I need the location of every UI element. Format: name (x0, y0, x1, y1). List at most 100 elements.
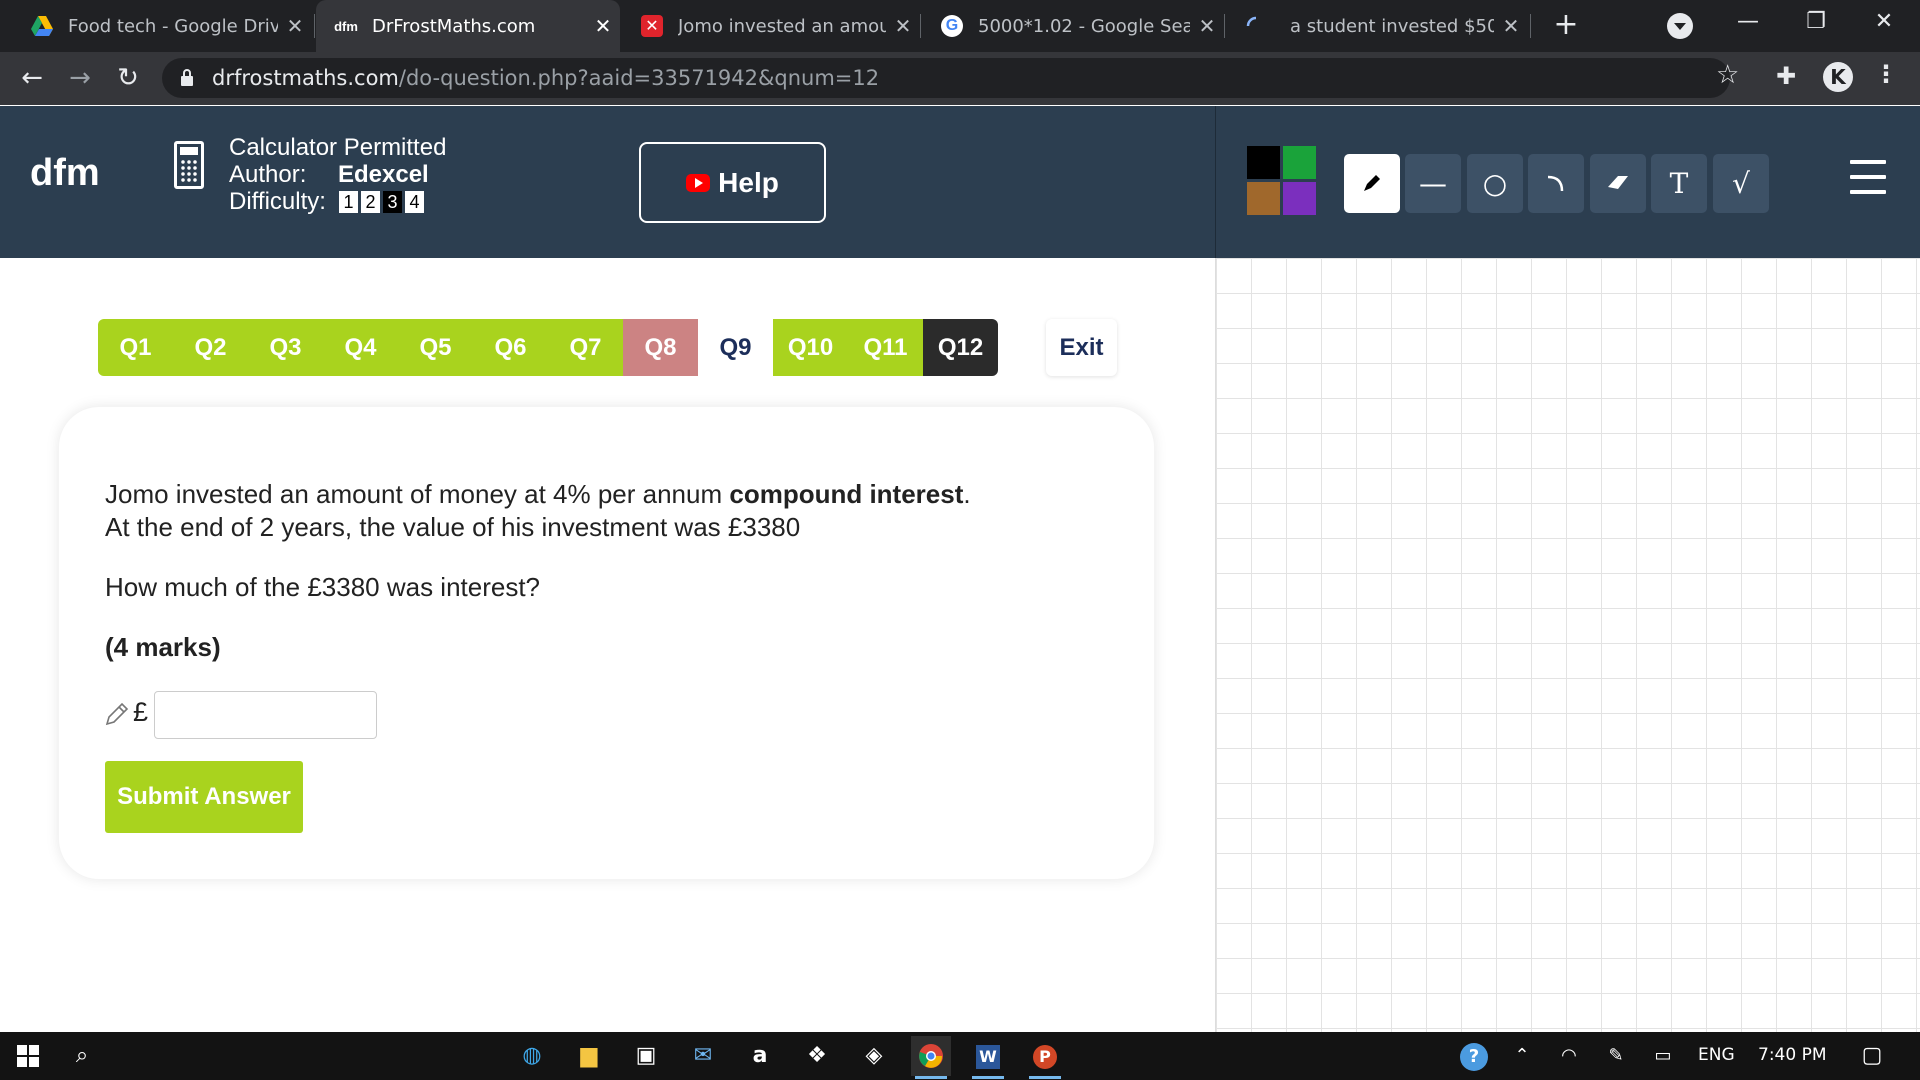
chrome-icon[interactable] (911, 1036, 951, 1079)
dropbox-icon[interactable]: ❖ (797, 1036, 837, 1076)
color-swatch-black[interactable] (1247, 146, 1280, 179)
question-text: . (963, 479, 971, 509)
url-text[interactable]: drfrostmaths.com/do-question.php?aaid=33… (212, 66, 879, 90)
youtube-icon (686, 173, 711, 192)
submit-answer-button[interactable]: Submit Answer (105, 761, 303, 833)
help-button[interactable]: Help (639, 142, 826, 223)
question-key-term: compound interest (729, 479, 964, 509)
tab-google-drive[interactable]: Food tech - Google Drive ✕ (0, 0, 312, 52)
url-host: drfrostmaths.com (212, 66, 399, 90)
restore-icon[interactable]: ❐ (1786, 0, 1846, 44)
question-tab-q9[interactable]: Q9 (698, 319, 773, 376)
tab-title: Food tech - Google Drive (68, 15, 278, 37)
clock[interactable]: 7:40 PM (1758, 1045, 1827, 1065)
store-icon[interactable]: ▣ (626, 1036, 666, 1076)
wifi-icon[interactable]: ◠ (1549, 1036, 1589, 1076)
tab-separator (920, 14, 921, 38)
tab-separator (1530, 14, 1531, 38)
question-tab-q1[interactable]: Q1 (98, 319, 173, 376)
hamburger-menu-icon[interactable] (1850, 160, 1886, 194)
forward-icon[interactable]: → (62, 60, 98, 96)
answer-input[interactable] (154, 691, 377, 739)
reload-icon[interactable]: ↻ (110, 60, 146, 96)
powerpoint-icon[interactable]: P (1025, 1036, 1065, 1079)
search-icon[interactable]: ⌕ (62, 1036, 102, 1076)
tab-separator (1224, 14, 1225, 38)
whiteboard-canvas[interactable] (1215, 258, 1920, 1032)
tab-title: a student invested $5000 (1290, 15, 1494, 37)
question-prompt: How much of the £3380 was interest? (105, 572, 541, 602)
pencil-icon (105, 702, 129, 726)
text-icon[interactable]: T (1651, 154, 1707, 213)
x-app-icon: ✕ (640, 14, 664, 38)
tab-separator (314, 14, 315, 38)
calculator-permitted-label: Calculator Permitted (229, 134, 447, 161)
close-tab-icon[interactable]: ✕ (886, 14, 920, 38)
difficulty-level: 1 (339, 191, 358, 213)
chrome-menu-icon[interactable]: ⋮ (1874, 60, 1898, 88)
tab-title: 5000*1.02 - Google Search (978, 15, 1190, 37)
question-tab-q5[interactable]: Q5 (398, 319, 473, 376)
language-indicator[interactable]: ENG (1698, 1045, 1735, 1065)
check-icon[interactable]: √ (1713, 154, 1769, 213)
pen-workspace-icon[interactable]: ✎ (1596, 1036, 1636, 1076)
tab-student-invested[interactable]: a student invested $5000 ✕ (1226, 0, 1528, 52)
question-tab-q3[interactable]: Q3 (248, 319, 323, 376)
word-icon[interactable]: W (968, 1036, 1008, 1079)
tab-search-icon[interactable] (1667, 13, 1693, 39)
line-icon[interactable]: — (1405, 154, 1461, 213)
amazon-icon[interactable]: a (740, 1036, 780, 1076)
help-tray-icon[interactable]: ? (1454, 1036, 1494, 1076)
close-window-icon[interactable]: ✕ (1854, 0, 1914, 44)
arc-icon[interactable] (1528, 154, 1584, 213)
close-tab-icon[interactable]: ✕ (1190, 14, 1224, 38)
question-tab-q10[interactable]: Q10 (773, 319, 848, 376)
tab-jomo-question[interactable]: ✕ Jomo invested an amount ✕ (622, 0, 920, 52)
question-tab-q8[interactable]: Q8 (623, 319, 698, 376)
eraser-icon[interactable] (1590, 154, 1646, 213)
difficulty-level: 2 (361, 191, 380, 213)
question-tab-q12[interactable]: Q12 (923, 319, 998, 376)
tab-drfrostmaths[interactable]: dfm DrFrostMaths.com ✕ (316, 0, 620, 52)
calculator-icon (174, 141, 204, 189)
new-tab-icon[interactable]: + (1548, 8, 1584, 44)
edge-icon[interactable]: ◍ (512, 1036, 552, 1076)
question-tab-q7[interactable]: Q7 (548, 319, 623, 376)
windows-start-icon[interactable] (8, 1036, 48, 1076)
tab-google-search[interactable]: G 5000*1.02 - Google Search ✕ (922, 0, 1224, 52)
question-tab-q6[interactable]: Q6 (473, 319, 548, 376)
extensions-puzzle-icon[interactable]: ✚ (1776, 62, 1796, 90)
question-tab-q2[interactable]: Q2 (173, 319, 248, 376)
close-tab-icon[interactable]: ✕ (586, 14, 620, 38)
dfm-logo[interactable]: dfm (30, 152, 100, 195)
color-swatch-brown[interactable] (1247, 182, 1280, 215)
back-icon[interactable]: ← (14, 60, 50, 96)
minimize-icon[interactable]: — (1718, 0, 1778, 44)
battery-icon[interactable]: ▭ (1643, 1036, 1683, 1076)
mail-icon[interactable]: ✉ (683, 1036, 723, 1076)
google-icon: G (940, 14, 964, 38)
question-tab-q4[interactable]: Q4 (323, 319, 398, 376)
profile-avatar[interactable]: K (1823, 62, 1853, 92)
currency-symbol: £ (133, 697, 149, 727)
exit-button[interactable]: Exit (1046, 319, 1117, 376)
dfm-icon: dfm (334, 18, 358, 34)
app-icon[interactable]: ◈ (854, 1036, 894, 1076)
pen-icon[interactable] (1344, 154, 1400, 213)
difficulty-level: 4 (405, 191, 424, 213)
bookmark-star-icon[interactable]: ☆ (1716, 60, 1739, 90)
notifications-icon[interactable]: ▢ (1852, 1036, 1892, 1076)
difficulty-level-selected: 3 (383, 191, 402, 213)
tab-title: Jomo invested an amount (678, 15, 886, 37)
question-tab-q11[interactable]: Q11 (848, 319, 923, 376)
difficulty-label: Difficulty: (229, 188, 326, 215)
circle-icon[interactable]: ○ (1467, 154, 1523, 213)
color-swatch-green[interactable] (1283, 146, 1316, 179)
tab-title: DrFrostMaths.com (372, 15, 536, 37)
color-swatch-purple[interactable] (1283, 182, 1316, 215)
show-hidden-icons[interactable]: ⌃ (1502, 1036, 1542, 1076)
file-explorer-icon[interactable]: ▆ (569, 1036, 609, 1076)
close-tab-icon[interactable]: ✕ (1494, 14, 1528, 38)
lock-icon[interactable] (180, 68, 194, 88)
close-tab-icon[interactable]: ✕ (278, 14, 312, 38)
